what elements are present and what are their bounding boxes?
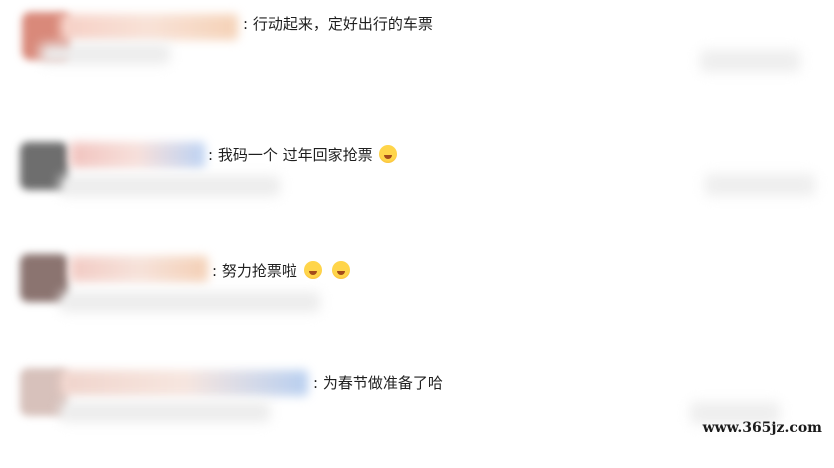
- meta-blurred: [60, 176, 280, 196]
- username-blurred[interactable]: [60, 370, 308, 396]
- timestamp-blurred: [705, 174, 815, 196]
- comment-item: : 为春节做准备了哈: [0, 358, 834, 468]
- watermark: www.365jz.com: [702, 420, 822, 436]
- username-blurred[interactable]: [60, 14, 238, 40]
- meta-blurred: [60, 402, 270, 422]
- crying-face-icon: [303, 261, 322, 279]
- comment-body: 行动起来，定好出行的车票: [252, 15, 433, 33]
- comment-text: : 为春节做准备了哈: [313, 373, 443, 393]
- comment-body: 我码一个 过年回家抢票: [217, 146, 373, 164]
- comment-text: : 我码一个 过年回家抢票: [208, 145, 398, 165]
- comment-text: : 努力抢票啦: [212, 261, 351, 281]
- meta-blurred: [40, 44, 170, 64]
- comment-item: : 我码一个 过年回家抢票: [0, 130, 834, 240]
- meta-blurred: [60, 292, 320, 312]
- comment-body: 为春节做准备了哈: [322, 374, 443, 392]
- timestamp-blurred: [700, 50, 800, 72]
- crying-face-icon: [332, 261, 351, 279]
- comment-prefix: :: [212, 262, 218, 280]
- comment-prefix: :: [243, 15, 249, 33]
- username-blurred[interactable]: [70, 256, 208, 282]
- comment-item: : 行动起来，定好出行的车票: [0, 0, 834, 110]
- comment-body: 努力抢票啦: [221, 262, 297, 280]
- comment-text: : 行动起来，定好出行的车票: [243, 14, 433, 34]
- comment-prefix: :: [208, 146, 214, 164]
- username-blurred[interactable]: [70, 142, 205, 168]
- crying-face-icon: [379, 145, 398, 163]
- comment-item: : 努力抢票啦: [0, 244, 834, 354]
- comment-prefix: :: [313, 374, 319, 392]
